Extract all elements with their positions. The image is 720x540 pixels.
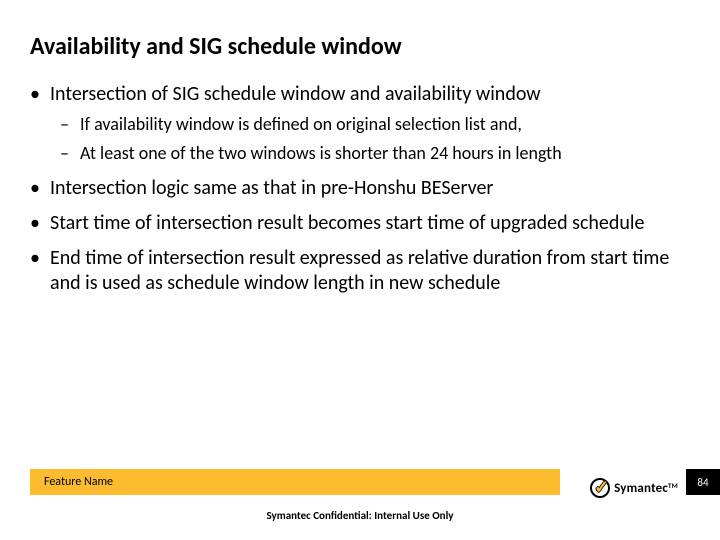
slide: Availability and SIG schedule window Int… (0, 0, 720, 540)
sub-bullet-list: If availability window is defined on ori… (50, 113, 690, 166)
feature-name-label: Feature Name (44, 475, 113, 489)
page-number-badge: 84 (686, 469, 720, 495)
slide-title: Availability and SIG schedule window (30, 32, 690, 61)
check-circle-icon (590, 478, 610, 498)
bullet-item: Intersection of SIG schedule window and … (30, 82, 690, 166)
bullet-item: Intersection logic same as that in pre-H… (30, 176, 690, 201)
sub-bullet-item: If availability window is defined on ori… (60, 113, 690, 136)
trademark: TM (668, 481, 678, 490)
sub-bullet-item: At least one of the two windows is short… (60, 142, 690, 165)
brand-text: Symantec (614, 481, 668, 496)
footer-bar: Feature Name (30, 469, 560, 495)
confidential-label: Symantec Confidential: Internal Use Only (0, 509, 720, 522)
brand-name: SymantecTM (614, 481, 678, 496)
bullet-item: Start time of intersection result become… (30, 211, 690, 236)
bullet-text: Intersection of SIG schedule window and … (50, 82, 541, 106)
bullet-item: End time of intersection result expresse… (30, 246, 690, 296)
bullet-list: Intersection of SIG schedule window and … (30, 82, 690, 296)
brand-logo: SymantecTM (590, 478, 678, 498)
slide-content: Intersection of SIG schedule window and … (30, 72, 690, 296)
